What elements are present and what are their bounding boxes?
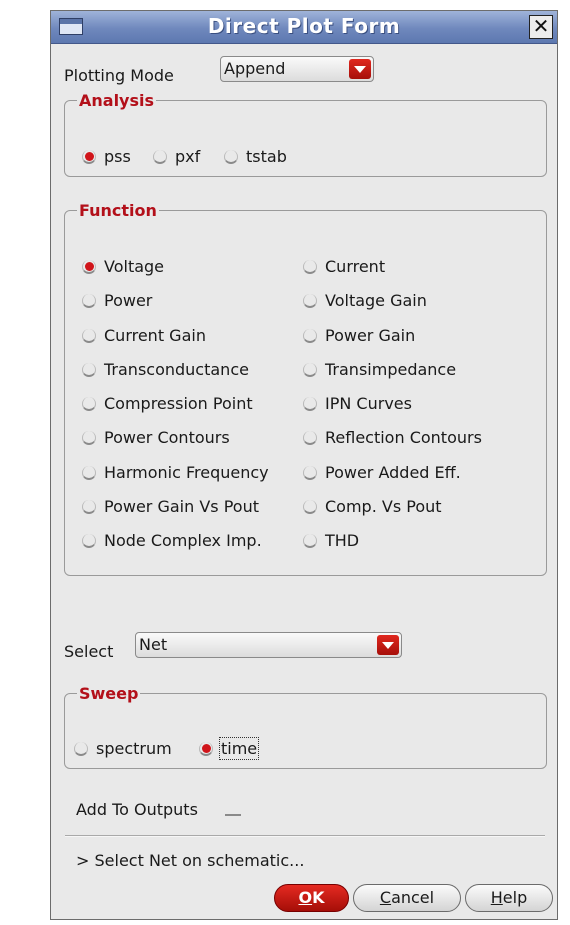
radio-label: Current Gain: [104, 326, 206, 345]
radio-unselected-icon: [303, 466, 317, 480]
title-bar[interactable]: Direct Plot Form ✕: [51, 11, 557, 44]
radio-unselected-icon: [82, 466, 96, 480]
radio-unselected-icon: [82, 363, 96, 377]
select-value: Net: [139, 635, 168, 654]
radio-unselected-icon: [303, 294, 317, 308]
analysis-group: Analysis: [64, 91, 547, 177]
chevron-down-icon: [377, 635, 399, 655]
radio-unselected-icon: [82, 500, 96, 514]
radio-label: Compression Point: [104, 394, 253, 413]
radio-unselected-icon: [303, 534, 317, 548]
radio-unselected-icon: [303, 260, 317, 274]
radio-unselected-icon: [303, 363, 317, 377]
sweep-group-title: Sweep: [77, 684, 141, 703]
add-to-outputs-label: Add To Outputs: [76, 800, 198, 819]
radio-unselected-icon: [82, 294, 96, 308]
radio-label: tstab: [246, 147, 287, 166]
radio-selected-icon: [199, 742, 213, 756]
plotting-mode-label: Plotting Mode: [64, 66, 174, 85]
radio-label: pss: [104, 147, 131, 166]
radio-unselected-icon: [82, 397, 96, 411]
radio-unselected-icon: [82, 534, 96, 548]
select-combo[interactable]: Net: [135, 632, 402, 658]
status-prompt: > Select Net on schematic...: [76, 851, 305, 870]
radio-unselected-icon: [303, 397, 317, 411]
chevron-down-icon: [349, 59, 371, 79]
help-mnemonic: H: [490, 888, 503, 907]
radio-label: Power Gain: [325, 326, 416, 345]
ok-button[interactable]: OK: [274, 884, 349, 912]
radio-label: Power Contours: [104, 428, 230, 447]
radio-label: Node Complex Imp.: [104, 531, 262, 550]
radio-label: Harmonic Frequency: [104, 463, 269, 482]
ok-label: K: [312, 888, 325, 907]
radio-label: Power: [104, 291, 153, 310]
plotting-mode-value: Append: [224, 59, 286, 78]
function-group-title: Function: [77, 201, 159, 220]
close-button[interactable]: ✕: [529, 15, 553, 39]
help-label: elp: [502, 888, 528, 907]
radio-label: Transimpedance: [325, 360, 457, 379]
radio-selected-icon: [82, 260, 96, 274]
analysis-group-title: Analysis: [77, 91, 157, 110]
radio-unselected-icon: [82, 329, 96, 343]
separator: [65, 835, 545, 837]
radio-label: spectrum: [96, 739, 172, 758]
radio-label: Transconductance: [104, 360, 249, 379]
radio-label: Voltage Gain: [325, 291, 427, 310]
select-label: Select: [64, 642, 114, 661]
radio-selected-icon: [82, 150, 96, 164]
radio-label: Current: [325, 257, 386, 276]
radio-label: time: [218, 737, 260, 760]
cancel-mnemonic: C: [379, 888, 392, 907]
radio-label: Comp. Vs Pout: [325, 497, 442, 516]
radio-unselected-icon: [303, 500, 317, 514]
radio-label: IPN Curves: [325, 394, 412, 413]
radio-label: Power Gain Vs Pout: [104, 497, 259, 516]
radio-label: Power Added Eff.: [325, 463, 461, 482]
radio-label: Reflection Contours: [325, 428, 482, 447]
radio-label: THD: [325, 531, 360, 550]
plotting-mode-combo[interactable]: Append: [220, 56, 374, 82]
help-button[interactable]: Help: [465, 884, 553, 912]
radio-unselected-icon: [74, 742, 88, 756]
radio-unselected-icon: [303, 329, 317, 343]
radio-unselected-icon: [224, 150, 238, 164]
radio-label: pxf: [175, 147, 201, 166]
radio-unselected-icon: [82, 431, 96, 445]
ok-mnemonic: O: [298, 888, 313, 907]
add-to-outputs-checkbox[interactable]: [225, 804, 241, 816]
direct-plot-form-window: Direct Plot Form ✕ Plotting Mode Append …: [50, 10, 558, 920]
cancel-label: ancel: [391, 888, 435, 907]
radio-label: Voltage: [104, 257, 165, 276]
cancel-button[interactable]: Cancel: [353, 884, 461, 912]
radio-unselected-icon: [153, 150, 167, 164]
radio-unselected-icon: [303, 431, 317, 445]
window-title: Direct Plot Form: [207, 14, 401, 38]
